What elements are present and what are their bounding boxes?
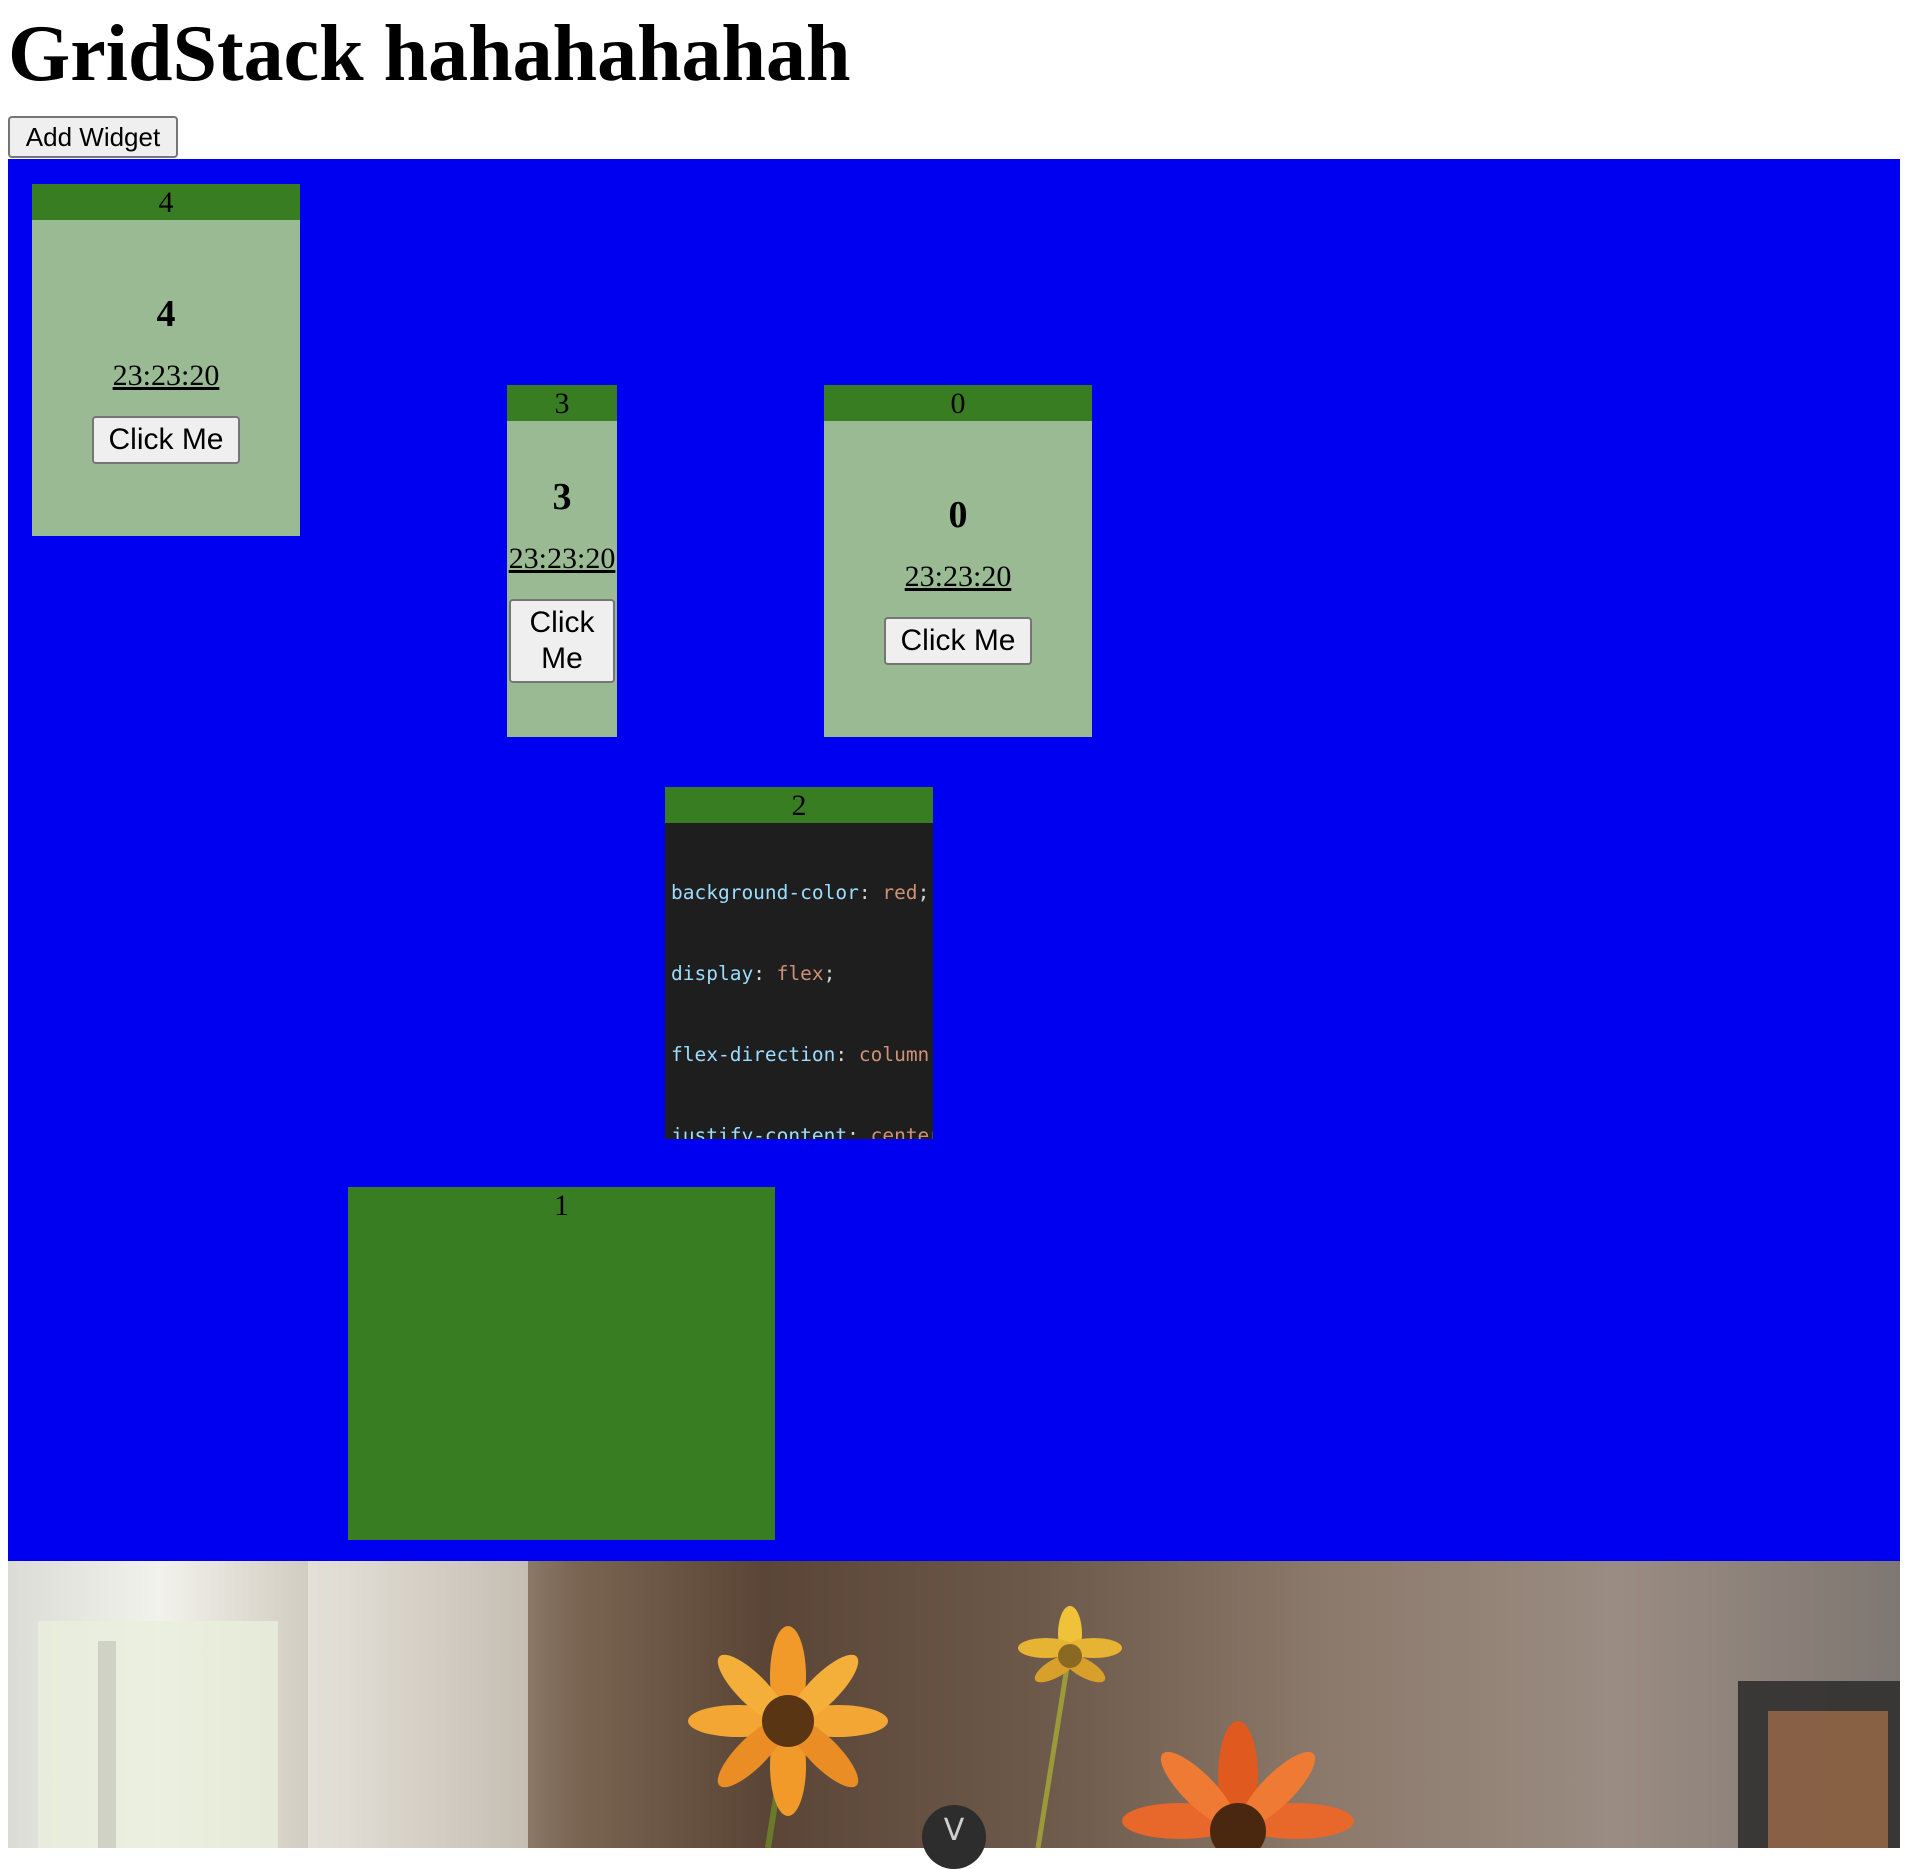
widget-header[interactable]: 3 bbox=[507, 385, 617, 421]
widget-body: 3 23:23:20 Click Me bbox=[507, 421, 617, 737]
code-property: display bbox=[671, 962, 754, 985]
widget-body: 4 23:23:20 Click Me bbox=[32, 220, 300, 536]
click-me-button[interactable]: Click Me bbox=[884, 617, 1032, 665]
grid-widget-3[interactable]: 3 3 23:23:20 Click Me bbox=[507, 385, 617, 737]
grid-widget-4[interactable]: 4 4 23:23:20 Click Me bbox=[32, 184, 300, 536]
grid-widget-2[interactable]: 2 background-color: red; display: flex; … bbox=[665, 787, 933, 1139]
grid-widget-0[interactable]: 0 0 23:23:20 Click Me bbox=[824, 385, 1092, 737]
code-snippet: background-color: red; display: flex; fl… bbox=[665, 823, 933, 1139]
add-widget-button[interactable]: Add Widget bbox=[8, 116, 178, 158]
code-line: justify-content: center; bbox=[671, 1122, 933, 1139]
widget-number: 4 bbox=[156, 293, 176, 335]
code-property: flex-direction bbox=[671, 1043, 836, 1066]
code-property: justify-content bbox=[671, 1124, 848, 1139]
widget-number: 3 bbox=[552, 476, 572, 518]
widget-header[interactable]: 0 bbox=[824, 385, 1092, 421]
click-me-button[interactable]: Click Me bbox=[509, 599, 615, 683]
widget-time: 23:23:20 bbox=[112, 359, 220, 392]
code-line: flex-direction: column; bbox=[671, 1043, 933, 1066]
widget-body: 0 23:23:20 Click Me bbox=[824, 421, 1092, 737]
widget-header[interactable]: 4 bbox=[32, 184, 300, 220]
click-me-button[interactable]: Click Me bbox=[92, 416, 240, 464]
code-value: center bbox=[870, 1124, 933, 1139]
code-value: column bbox=[858, 1043, 930, 1066]
code-value: flex bbox=[776, 962, 824, 985]
grid-stack: 4 4 23:23:20 Click Me 3 3 23:23:20 Click… bbox=[8, 159, 1900, 1561]
flower-right bbox=[1122, 1721, 1354, 1848]
chevron-down-icon[interactable]: V bbox=[922, 1805, 986, 1869]
grid-widget-1[interactable]: 1 bbox=[348, 1187, 775, 1540]
code-line: display: flex; bbox=[671, 962, 836, 985]
button-label-line: Me bbox=[541, 642, 583, 675]
widget-header[interactable]: 1 bbox=[348, 1187, 775, 1223]
code-line: background-color: red; bbox=[671, 881, 930, 904]
widget-time: 23:23:20 bbox=[508, 542, 616, 575]
flower-left bbox=[688, 1626, 888, 1848]
widget-number: 0 bbox=[948, 494, 968, 536]
code-property: background-color bbox=[671, 881, 859, 904]
button-label-line: Click bbox=[529, 606, 595, 639]
page-title: GridStack hahahahahah bbox=[8, 10, 851, 98]
widget-header[interactable]: 2 bbox=[665, 787, 933, 823]
widget-time: 23:23:20 bbox=[904, 560, 1012, 593]
flower-middle bbox=[1018, 1606, 1122, 1848]
code-value: red bbox=[882, 881, 918, 904]
